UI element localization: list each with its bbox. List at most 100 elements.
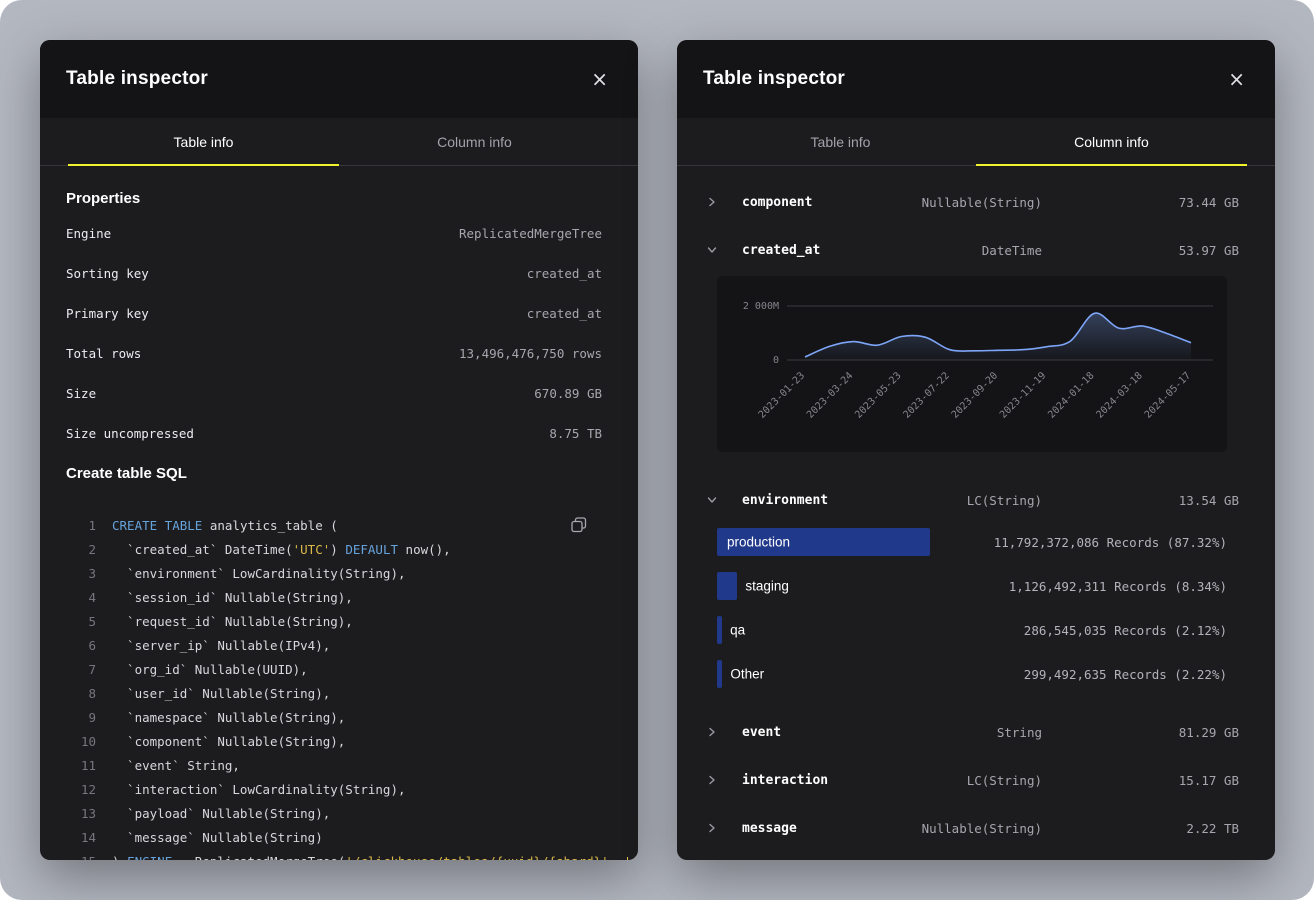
line-number: 11 <box>66 754 96 778</box>
property-label: Primary key <box>66 306 149 321</box>
svg-text:2024-01-18: 2024-01-18 <box>1046 370 1096 420</box>
sql-line: 4 `session_id` Nullable(String), <box>66 586 602 610</box>
column-size: 73.44 GB <box>1042 195 1239 210</box>
svg-text:2023-09-20: 2023-09-20 <box>950 370 1000 420</box>
value-records: 286,545,035 Records (2.12%) <box>1024 623 1227 638</box>
chevron-right-icon[interactable] <box>707 727 729 737</box>
column-row-event[interactable]: eventString81.29 GB <box>677 708 1275 756</box>
property-value: 8.75 TB <box>549 426 602 441</box>
column-name: message <box>742 821 922 836</box>
line-number: 4 <box>66 586 96 610</box>
value-bar <box>717 572 737 600</box>
chevron-down-icon[interactable] <box>707 245 729 255</box>
svg-text:2 000M: 2 000M <box>743 301 779 312</box>
line-number: 12 <box>66 778 96 802</box>
sql-code-block: 1CREATE TABLE analytics_table (2 `create… <box>66 514 602 860</box>
column-name: component <box>742 195 922 210</box>
section-heading-create-table-sql: Create table SQL <box>66 465 602 482</box>
line-number: 3 <box>66 562 96 586</box>
sql-line: 14 `message` Nullable(String) <box>66 826 602 850</box>
column-row-created-at[interactable]: created_atDateTime53.97 GB <box>677 226 1275 274</box>
property-value: ReplicatedMergeTree <box>459 226 602 241</box>
svg-text:2024-05-17: 2024-05-17 <box>1143 370 1193 420</box>
tabs: Table infoColumn info <box>68 134 610 165</box>
column-size: 13.54 GB <box>1042 493 1239 508</box>
svg-text:2023-11-19: 2023-11-19 <box>998 370 1048 420</box>
svg-text:2023-05-23: 2023-05-23 <box>853 370 903 420</box>
svg-text:2023-07-22: 2023-07-22 <box>902 370 952 420</box>
sql-line: 7 `org_id` Nullable(UUID), <box>66 658 602 682</box>
value-label: Other <box>730 667 764 682</box>
close-icon[interactable]: × <box>1228 69 1245 89</box>
value-label: production <box>727 535 790 550</box>
column-row-interaction[interactable]: interactionLC(String)15.17 GB <box>677 756 1275 804</box>
value-row-staging: staging1,126,492,311 Records (8.34%) <box>717 572 1227 600</box>
sql-line: 11 `event` String, <box>66 754 602 778</box>
copy-icon[interactable] <box>570 516 588 537</box>
value-row-production: production 11,792,372,086 Records (87.32%… <box>717 528 1227 556</box>
column-type: LC(String) <box>967 493 1042 508</box>
line-number: 9 <box>66 706 96 730</box>
tab-bar: Table infoColumn info <box>40 118 638 166</box>
close-icon[interactable]: × <box>591 69 608 89</box>
svg-text:2024-03-18: 2024-03-18 <box>1095 370 1145 420</box>
table-info-content: Properties EngineReplicatedMergeTreeSort… <box>40 190 638 860</box>
column-type: Nullable(String) <box>922 195 1042 210</box>
chevron-down-icon[interactable] <box>707 495 729 505</box>
property-value: 670.89 GB <box>534 386 602 401</box>
dialog-header: Table inspector × <box>40 40 638 118</box>
tab-bar: Table infoColumn info <box>677 118 1275 166</box>
property-value: 13,496,476,750 rows <box>459 346 602 361</box>
sql-code: 1CREATE TABLE analytics_table (2 `create… <box>66 514 602 860</box>
property-row: Primary keycreated_at <box>66 293 602 333</box>
chevron-right-icon[interactable] <box>707 197 729 207</box>
dialog-title: Table inspector <box>703 68 845 90</box>
tab-column-info[interactable]: Column info <box>976 134 1247 165</box>
column-size: 53.97 GB <box>1042 243 1239 258</box>
line-number: 5 <box>66 610 96 634</box>
tab-table-info[interactable]: Table info <box>68 134 339 165</box>
column-row-component[interactable]: componentNullable(String)73.44 GB <box>677 178 1275 226</box>
column-row-message[interactable]: messageNullable(String)2.22 TB <box>677 804 1275 852</box>
tab-column-info[interactable]: Column info <box>339 134 610 165</box>
column-list: componentNullable(String)73.44 GBcreated… <box>677 166 1275 852</box>
line-number: 8 <box>66 682 96 706</box>
column-name: event <box>742 725 997 740</box>
sql-line: 1CREATE TABLE analytics_table ( <box>66 514 602 538</box>
sql-line: 9 `namespace` Nullable(String), <box>66 706 602 730</box>
tab-table-info[interactable]: Table info <box>705 134 976 165</box>
column-row-environment[interactable]: environmentLC(String)13.54 GB <box>677 476 1275 524</box>
column-name: environment <box>742 493 967 508</box>
value-records: 11,792,372,086 Records (87.32%) <box>994 535 1227 550</box>
svg-text:2023-03-24: 2023-03-24 <box>805 370 855 420</box>
chevron-right-icon[interactable] <box>707 823 729 833</box>
properties-list: EngineReplicatedMergeTreeSorting keycrea… <box>66 213 602 453</box>
table-inspector-dialog-table-info: Table inspector × Table infoColumn info … <box>40 40 638 860</box>
svg-text:2023-01-23: 2023-01-23 <box>757 370 807 420</box>
chevron-right-icon[interactable] <box>707 775 729 785</box>
sql-line: 8 `user_id` Nullable(String), <box>66 682 602 706</box>
environment-distribution: production 11,792,372,086 Records (87.32%… <box>717 528 1227 688</box>
table-inspector-dialog-column-info: Table inspector × Table infoColumn info … <box>677 40 1275 860</box>
sql-line: 15) ENGINE = ReplicatedMergeTree('/click… <box>66 850 602 860</box>
value-row-qa: qa286,545,035 Records (2.12%) <box>717 616 1227 644</box>
value-label: staging <box>745 579 789 594</box>
svg-text:0: 0 <box>773 355 779 366</box>
column-size: 2.22 TB <box>1042 821 1239 836</box>
sql-line: 10 `component` Nullable(String), <box>66 730 602 754</box>
dialog-title: Table inspector <box>66 68 208 90</box>
sql-line: 6 `server_ip` Nullable(IPv4), <box>66 634 602 658</box>
line-number: 6 <box>66 634 96 658</box>
value-bar <box>717 660 722 688</box>
created-at-distribution-chart: 2 000M02023-01-232023-03-242023-05-23202… <box>717 276 1227 452</box>
property-row: Total rows 13,496,476,750 rows <box>66 333 602 373</box>
property-label: Size uncompressed <box>66 426 194 441</box>
sql-line: 5 `request_id` Nullable(String), <box>66 610 602 634</box>
property-label: Total rows <box>66 346 141 361</box>
column-type: String <box>997 725 1042 740</box>
column-size: 81.29 GB <box>1042 725 1239 740</box>
sql-line: 3 `environment` LowCardinality(String), <box>66 562 602 586</box>
sql-line: 13 `payload` Nullable(String), <box>66 802 602 826</box>
dialog-header: Table inspector × <box>677 40 1275 118</box>
property-row: Size670.89 GB <box>66 373 602 413</box>
